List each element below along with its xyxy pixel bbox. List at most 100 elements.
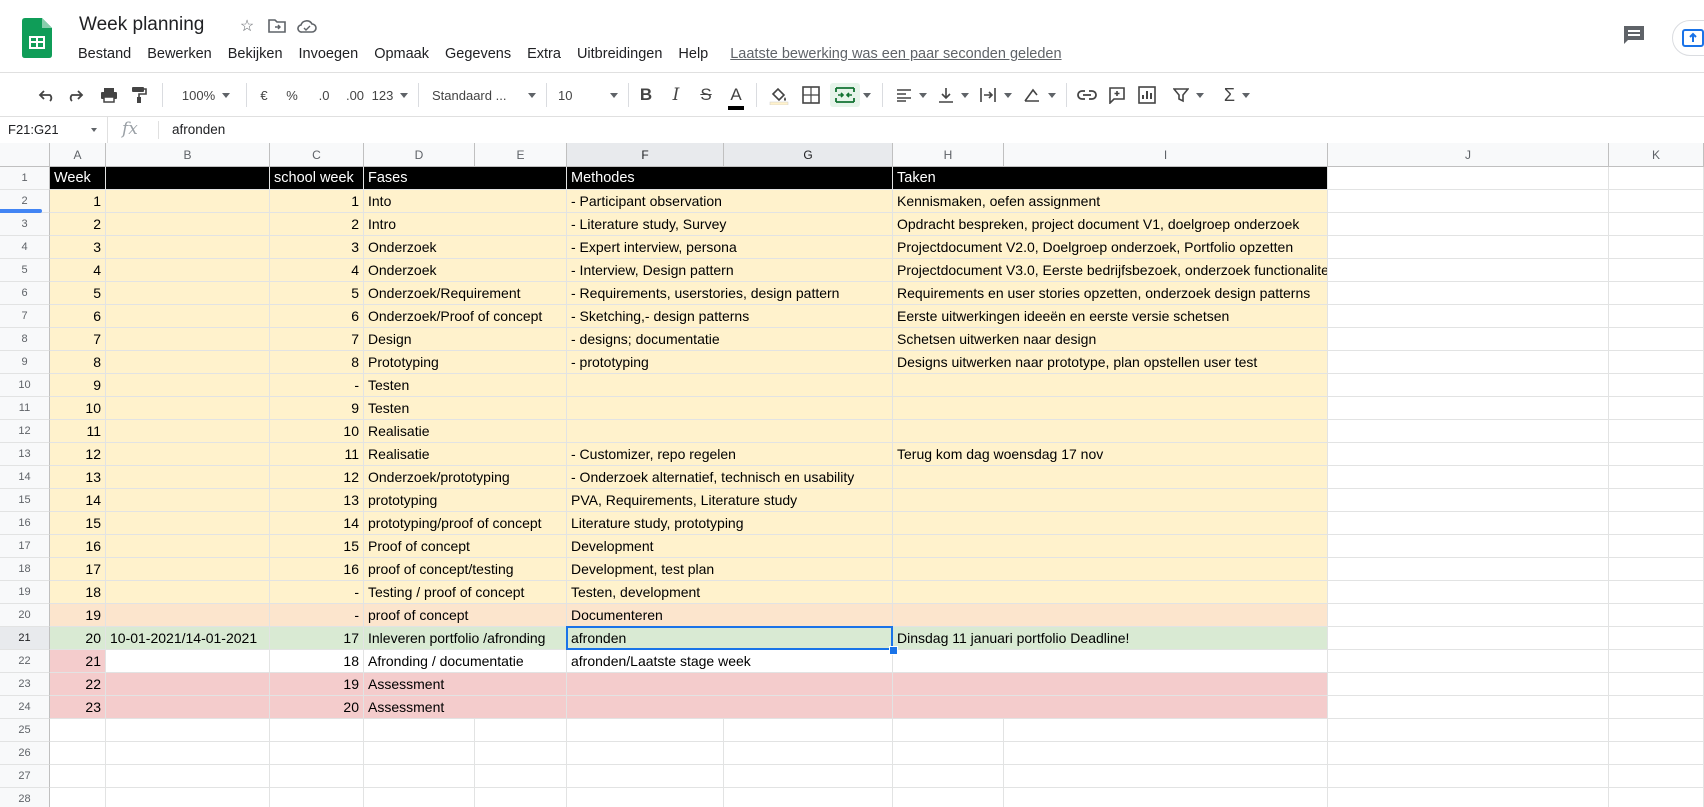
taak-cell[interactable] — [893, 512, 1328, 535]
dates-cell[interactable] — [106, 236, 270, 259]
fase-cell[interactable]: Proof of concept — [364, 535, 567, 558]
cell[interactable] — [1609, 282, 1704, 305]
column-header-j[interactable]: J — [1328, 143, 1609, 167]
row-header-5[interactable]: 5 — [0, 259, 50, 282]
more-formats-select[interactable]: 123 — [372, 83, 408, 107]
taak-cell[interactable] — [893, 489, 1328, 512]
cell[interactable] — [475, 765, 567, 788]
horizontal-align-icon[interactable] — [894, 83, 928, 107]
fase-cell[interactable]: Afronding / documentatie — [364, 650, 567, 673]
week-cell[interactable]: 23 — [50, 696, 106, 719]
currency-format-button[interactable]: € — [256, 83, 272, 107]
row-header-13[interactable]: 13 — [0, 443, 50, 466]
week-cell[interactable]: 5 — [50, 282, 106, 305]
header-week[interactable]: Week — [50, 167, 106, 190]
menu-extra[interactable]: Extra — [519, 46, 569, 62]
cell[interactable] — [1328, 236, 1609, 259]
week-cell[interactable]: 4 — [50, 259, 106, 282]
row-header-7[interactable]: 7 — [0, 305, 50, 328]
week-cell[interactable]: 3 — [50, 236, 106, 259]
dates-cell[interactable] — [106, 190, 270, 213]
dates-cell[interactable] — [106, 213, 270, 236]
column-header-a[interactable]: A — [50, 143, 106, 167]
dates-cell[interactable] — [106, 397, 270, 420]
decrease-decimal-button[interactable]: .0 — [312, 83, 336, 107]
fase-cell[interactable]: Onderzoek — [364, 236, 567, 259]
week-cell[interactable]: 18 — [50, 581, 106, 604]
methode-cell[interactable]: - Literature study, Survey — [567, 213, 893, 236]
cell[interactable] — [270, 788, 364, 807]
column-header-e[interactable]: E — [475, 143, 567, 167]
week-cell[interactable]: 14 — [50, 489, 106, 512]
cell[interactable] — [1609, 489, 1704, 512]
fase-cell[interactable]: Onderzoek/prototyping — [364, 466, 567, 489]
fase-cell[interactable]: Intro — [364, 213, 567, 236]
fase-cell[interactable]: Assessment — [364, 673, 567, 696]
school-week-cell[interactable]: 1 — [270, 190, 364, 213]
cell[interactable] — [1609, 374, 1704, 397]
taak-cell[interactable]: Eerste uitwerkingen ideeën en eerste ver… — [893, 305, 1328, 328]
school-week-cell[interactable]: 13 — [270, 489, 364, 512]
menu-invoegen[interactable]: Invoegen — [291, 46, 367, 62]
cell[interactable] — [50, 765, 106, 788]
methode-cell[interactable] — [567, 696, 893, 719]
cell[interactable] — [1609, 581, 1704, 604]
dates-cell[interactable] — [106, 443, 270, 466]
cell[interactable] — [893, 765, 1004, 788]
dates-cell[interactable] — [106, 535, 270, 558]
row-header-9[interactable]: 9 — [0, 351, 50, 374]
dates-cell[interactable] — [106, 558, 270, 581]
taak-cell[interactable] — [893, 397, 1328, 420]
insert-chart-icon[interactable] — [1136, 83, 1158, 107]
functions-icon[interactable]: Σ — [1220, 83, 1254, 107]
cell[interactable] — [475, 788, 567, 807]
cell[interactable] — [1328, 489, 1609, 512]
cell[interactable] — [1328, 466, 1609, 489]
menu-bewerken[interactable]: Bewerken — [139, 46, 219, 62]
cell[interactable] — [106, 719, 270, 742]
percent-format-button[interactable]: % — [284, 83, 300, 107]
cell[interactable] — [567, 765, 724, 788]
insert-link-icon[interactable] — [1076, 83, 1098, 107]
school-week-cell[interactable]: 19 — [270, 673, 364, 696]
header-school-week[interactable]: school week — [270, 167, 364, 190]
row-header-4[interactable]: 4 — [0, 236, 50, 259]
header-methodes[interactable]: Methodes — [567, 167, 893, 190]
strikethrough-button[interactable]: S — [696, 83, 716, 107]
row-header-17[interactable]: 17 — [0, 535, 50, 558]
fase-cell[interactable]: prototyping/proof of concept — [364, 512, 567, 535]
cell[interactable] — [475, 719, 567, 742]
row-header-14[interactable]: 14 — [0, 466, 50, 489]
taak-cell[interactable]: Dinsdag 11 januari portfolio Deadline! — [893, 627, 1328, 650]
methode-cell[interactable]: Documenteren — [567, 604, 893, 627]
cell[interactable] — [1004, 719, 1328, 742]
star-icon[interactable]: ☆ — [236, 15, 258, 37]
cell[interactable] — [1328, 650, 1609, 673]
school-week-cell[interactable]: 18 — [270, 650, 364, 673]
menu-opmaak[interactable]: Opmaak — [366, 46, 437, 62]
row-header-25[interactable]: 25 — [0, 719, 50, 742]
row-header-15[interactable]: 15 — [0, 489, 50, 512]
school-week-cell[interactable]: 17 — [270, 627, 364, 650]
cell[interactable] — [567, 788, 724, 807]
taak-cell[interactable]: Requirements en user stories opzetten, o… — [893, 282, 1328, 305]
cell[interactable] — [724, 788, 893, 807]
cell[interactable] — [724, 719, 893, 742]
cell[interactable] — [270, 765, 364, 788]
fase-cell[interactable]: Inleveren portfolio /afronding — [364, 627, 567, 650]
cell[interactable] — [1328, 190, 1609, 213]
bold-button[interactable]: B — [636, 83, 656, 107]
cell[interactable] — [50, 742, 106, 765]
cell[interactable] — [364, 788, 475, 807]
formula-input[interactable]: afronden — [172, 117, 225, 143]
school-week-cell[interactable]: 8 — [270, 351, 364, 374]
cell[interactable] — [893, 719, 1004, 742]
row-header-26[interactable]: 26 — [0, 742, 50, 765]
increase-decimal-button[interactable]: .00 — [342, 83, 368, 107]
row-header-1[interactable]: 1 — [0, 167, 50, 190]
menu-bekijken[interactable]: Bekijken — [220, 46, 291, 62]
cell[interactable] — [1609, 305, 1704, 328]
cell[interactable] — [1609, 443, 1704, 466]
fase-cell[interactable]: Realisatie — [364, 443, 567, 466]
menu-help[interactable]: Help — [670, 46, 716, 62]
